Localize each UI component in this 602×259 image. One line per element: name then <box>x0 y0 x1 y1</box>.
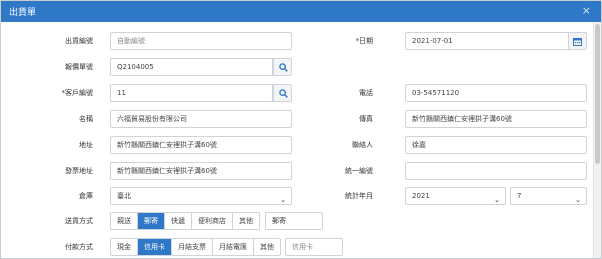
payment-label: 付款方式 <box>65 243 93 251</box>
doc-no-label: 出貨編號 <box>65 37 93 45</box>
invoice-address-label: 發票地址 <box>65 167 93 175</box>
payment-segmented: 現金 信用卡 月結支票 月結電匯 其他 <box>110 238 281 256</box>
invoice-address-input[interactable]: 新竹縣關西鎮仁安裡拱子溝60號 <box>110 162 292 180</box>
calendar-button[interactable] <box>568 32 587 50</box>
address-label: 地址 <box>79 141 93 149</box>
tax-id-label: 統一編號 <box>345 167 373 175</box>
quote-search-button[interactable] <box>273 58 292 76</box>
payment-option-other[interactable]: 其他 <box>254 239 280 255</box>
stat-year-value: 2021 <box>412 192 430 200</box>
address-input[interactable]: 新竹縣關西鎮仁安裡拱子溝60號 <box>110 136 292 154</box>
date-input[interactable]: 2021-07-01 <box>405 32 569 50</box>
fax-label: 傳真 <box>359 115 373 123</box>
delivery-option-mail[interactable]: 郵寄 <box>138 213 165 229</box>
name-label: 名稱 <box>79 115 93 123</box>
delivery-option-hand[interactable]: 親送 <box>111 213 138 229</box>
delivery-detail-input[interactable]: 郵寄 <box>265 212 323 230</box>
chevron-down-icon: ⌄ <box>494 196 500 204</box>
row-doc-no: 出貨編號 自動編號 *日期 2021-07-01 <box>1 32 591 50</box>
chevron-down-icon: ⌄ <box>575 196 581 204</box>
payment-option-credit-card[interactable]: 信用卡 <box>138 239 172 255</box>
warehouse-select[interactable]: 臺北 ⌄ <box>110 187 292 205</box>
row-quote-no: 報價單號 Q2104005 <box>1 58 591 76</box>
phone-input[interactable]: 03-54571120 <box>405 84 587 102</box>
name-input[interactable]: 六福貿易股份有限公司 <box>110 110 292 128</box>
quote-no-label: 報價單號 <box>65 63 93 71</box>
payment-option-monthly-wire[interactable]: 月結電匯 <box>213 239 254 255</box>
warehouse-value: 臺北 <box>117 192 131 200</box>
doc-no-input[interactable]: 自動編號 <box>110 32 292 50</box>
payment-detail-input[interactable]: 信用卡 <box>285 238 343 256</box>
delivery-option-other[interactable]: 其他 <box>233 213 259 229</box>
tax-id-input[interactable] <box>405 162 587 180</box>
dialog-titlebar: 出貨單 × <box>1 1 601 22</box>
row-name: 名稱 六福貿易股份有限公司 傳真 新竹縣關西鎮仁安裡拱子溝60號 <box>1 110 591 128</box>
customer-no-label: *客戶編號 <box>61 89 94 97</box>
close-icon[interactable]: × <box>582 4 591 17</box>
customer-no-input[interactable]: 11 <box>110 84 273 102</box>
warehouse-label: 倉庫 <box>79 192 93 200</box>
row-payment: 付款方式 現金 信用卡 月結支票 月結電匯 其他 信用卡 <box>1 238 591 256</box>
stat-month-value: 7 <box>517 192 522 200</box>
row-customer: *客戶編號 11 電話 03-54571120 <box>1 84 591 102</box>
shipment-dialog: 出貨單 × 出貨編號 自動編號 *日期 2021-07-01 報價單號 Q210… <box>0 0 602 259</box>
search-icon <box>279 89 288 98</box>
row-address: 地址 新竹縣關西鎮仁安裡拱子溝60號 聯絡人 徐嘉 <box>1 136 591 154</box>
quote-no-input[interactable]: Q2104005 <box>110 58 273 76</box>
delivery-option-store[interactable]: 便利商店 <box>192 213 233 229</box>
stat-year-select[interactable]: 2021 ⌄ <box>405 187 506 205</box>
delivery-segmented: 親送 郵寄 快遞 便利商店 其他 <box>110 212 260 230</box>
payment-option-monthly-check[interactable]: 月結支票 <box>172 239 213 255</box>
vertical-scrollbar[interactable] <box>593 22 601 258</box>
payment-option-cash[interactable]: 現金 <box>111 239 138 255</box>
dialog-title: 出貨單 <box>9 8 37 18</box>
stat-period-label: 統計年月 <box>345 192 373 200</box>
contact-input[interactable]: 徐嘉 <box>405 136 587 154</box>
row-warehouse: 倉庫 臺北 ⌄ 統計年月 2021 ⌄ 7 ⌄ <box>1 187 591 205</box>
delivery-option-express[interactable]: 快遞 <box>165 213 192 229</box>
chevron-down-icon: ⌄ <box>280 196 286 204</box>
contact-label: 聯絡人 <box>352 141 373 149</box>
fax-input[interactable]: 新竹縣關西鎮仁安裡拱子溝60號 <box>405 110 587 128</box>
date-label: *日期 <box>355 37 374 45</box>
phone-label: 電話 <box>359 89 373 97</box>
search-icon <box>279 63 288 72</box>
stat-month-select[interactable]: 7 ⌄ <box>510 187 587 205</box>
scrollbar-thumb[interactable] <box>595 24 600 164</box>
delivery-label: 送貨方式 <box>65 217 93 225</box>
row-invoice-address: 發票地址 新竹縣關西鎮仁安裡拱子溝60號 統一編號 <box>1 162 591 180</box>
customer-search-button[interactable] <box>273 84 292 102</box>
calendar-icon <box>573 38 582 46</box>
row-delivery: 送貨方式 親送 郵寄 快遞 便利商店 其他 郵寄 <box>1 212 591 230</box>
